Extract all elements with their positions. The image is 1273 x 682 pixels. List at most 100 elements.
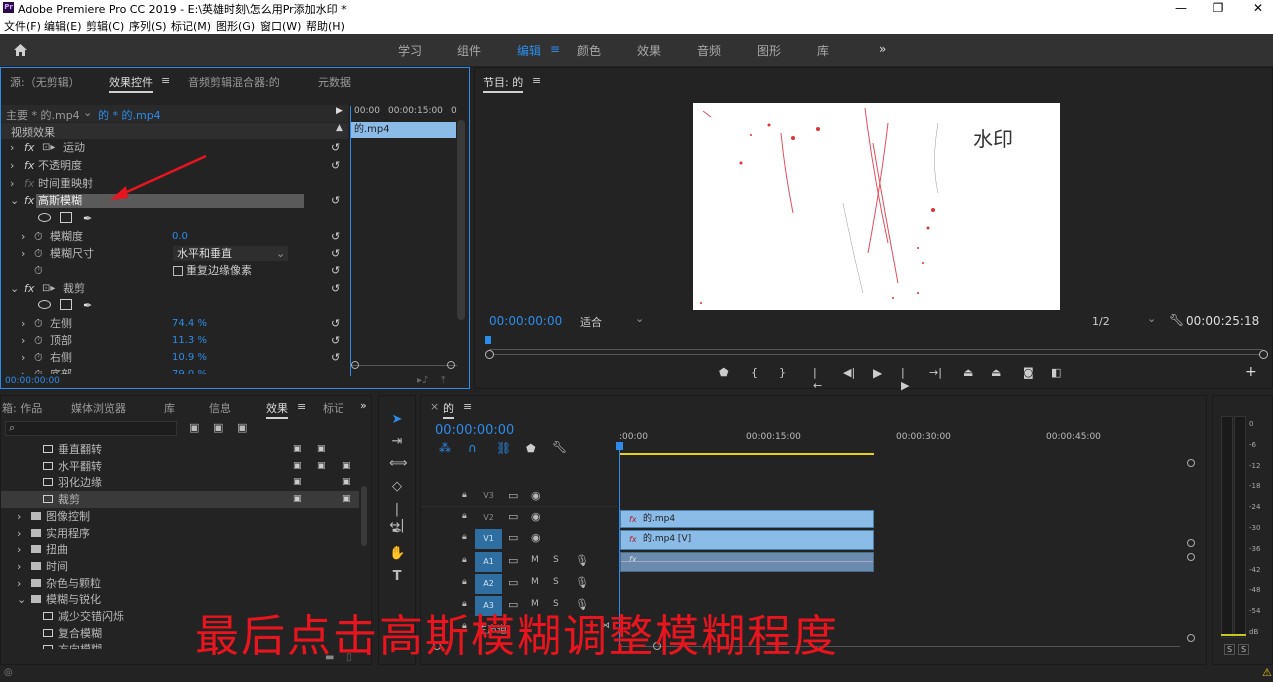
clip-v2[interactable]: fx 的.mp4 xyxy=(620,510,874,528)
chevron-right-icon[interactable]: › xyxy=(17,558,21,575)
program-timecode[interactable]: 00:00:00:00 xyxy=(489,314,562,328)
param-value[interactable]: 10.9 % xyxy=(172,349,207,366)
blur-dimensions-select[interactable]: 水平和垂直 xyxy=(173,246,288,261)
tab-effects[interactable]: 效果 xyxy=(266,400,288,419)
reset-icon[interactable]: ↺ xyxy=(331,228,340,245)
repeat-edge-checkbox[interactable] xyxy=(173,266,183,276)
pen-mask-icon[interactable]: ✒ xyxy=(83,210,92,227)
program-monitor-title[interactable]: 节目: 的 xyxy=(483,74,524,93)
pen-tool-icon[interactable]: ✒ xyxy=(389,524,405,540)
param-row-crop-left[interactable]: › ⏱ 左侧 74.4 % ↺ xyxy=(1,315,348,332)
timeline-tab[interactable]: 的 xyxy=(443,400,454,419)
menu-marker[interactable]: 标记(M) xyxy=(171,18,211,34)
solo-left-button[interactable]: S xyxy=(1224,644,1236,655)
linked-selection-icon[interactable]: ⛓ xyxy=(496,441,511,455)
ec-zoom-handle-right[interactable] xyxy=(447,361,455,369)
chevron-right-icon[interactable]: › xyxy=(17,541,21,558)
chevron-right-icon[interactable]: › xyxy=(21,245,25,262)
zoom-bar[interactable] xyxy=(494,354,1259,355)
effect-item[interactable]: 羽化边缘 ▣ ▣ xyxy=(1,474,359,491)
chevron-right-icon[interactable]: › xyxy=(17,525,21,542)
ec-clip-bar[interactable]: 的.mp4 xyxy=(351,122,456,138)
audio-scroll-handle[interactable] xyxy=(1187,553,1195,561)
effect-item[interactable]: 垂直翻转 ▣ ▣ xyxy=(1,441,359,458)
effect-folder-item[interactable]: › 实用程序 xyxy=(1,525,359,542)
resolution-select[interactable]: 1/2 xyxy=(1092,315,1110,328)
ellipse-mask-icon[interactable] xyxy=(38,300,51,309)
stopwatch-icon[interactable]: ⏱ xyxy=(34,262,43,279)
close-icon[interactable]: ✕ xyxy=(1243,0,1273,17)
chevron-right-icon[interactable]: › xyxy=(10,175,14,192)
timeline-timecode[interactable]: 00:00:00:00 xyxy=(435,423,514,438)
program-playhead[interactable] xyxy=(485,336,491,344)
stopwatch-icon[interactable]: ⏱ xyxy=(34,228,43,245)
menu-file[interactable]: 文件(F) xyxy=(4,18,41,34)
lift-icon[interactable]: ⏏ xyxy=(963,366,973,379)
tab-source[interactable]: 源:（无剪辑） xyxy=(10,74,80,90)
zoom-handle-right[interactable] xyxy=(1259,350,1268,359)
camera-icon[interactable]: ◙ xyxy=(1023,366,1034,379)
reset-icon[interactable]: ↺ xyxy=(331,349,340,366)
chevron-down-icon[interactable]: ⌄ xyxy=(276,245,285,262)
rectangle-mask-icon[interactable] xyxy=(60,299,72,310)
param-row-blur-dimensions[interactable]: › ⏱ 模糊尺寸 水平和垂直 ⌄ ↺ xyxy=(1,245,348,262)
workspace-color[interactable]: 颜色 xyxy=(577,42,601,59)
workspace-libraries[interactable]: 库 xyxy=(817,42,829,59)
zoom-handle-left[interactable] xyxy=(485,350,494,359)
workspace-learn[interactable]: 学习 xyxy=(398,42,422,59)
effect-item[interactable]: 水平翻转 ▣ ▣ ▣ xyxy=(1,458,359,475)
effect-folder-item[interactable]: › 时间 xyxy=(1,558,359,575)
play-icon[interactable]: ▶ xyxy=(873,366,882,380)
chevron-right-icon[interactable]: › xyxy=(17,575,21,592)
nest-toggle-icon[interactable]: ⁂ xyxy=(439,441,451,455)
chevron-right-icon[interactable]: › xyxy=(21,366,25,374)
eye-icon[interactable]: ◉ xyxy=(531,510,541,523)
menu-graphics[interactable]: 图形(G) xyxy=(216,18,255,34)
chevron-right-icon[interactable]: › xyxy=(21,315,25,332)
lock-icon[interactable]: 🔒︎ xyxy=(462,490,467,500)
hand-tool-icon[interactable]: ✋ xyxy=(389,546,405,562)
rectangle-mask-icon[interactable] xyxy=(60,212,72,223)
workspace-graphics[interactable]: 图形 xyxy=(757,42,781,59)
mark-out-icon[interactable]: } xyxy=(779,366,786,379)
lock-icon[interactable]: 🔒︎ xyxy=(462,532,467,542)
lock-icon[interactable]: 🔒︎ xyxy=(462,555,467,565)
stopwatch-icon[interactable]: ⏱ xyxy=(34,245,43,262)
export-frame-icon[interactable]: ⤒ xyxy=(441,375,445,386)
collapse-icon[interactable]: ▲ xyxy=(336,123,343,133)
chevron-down-icon[interactable]: ⌄ xyxy=(10,280,19,297)
chevron-down-icon[interactable]: ⌄ xyxy=(10,192,19,209)
accelerated-effects-icon[interactable]: ▣ xyxy=(189,421,199,434)
tab-effect-controls[interactable]: 效果控件 xyxy=(109,74,153,93)
chevron-down-icon[interactable]: ⌄ xyxy=(83,106,92,119)
toggle-sync-icon[interactable]: ▭ xyxy=(508,554,518,567)
fx-badge-icon[interactable]: fx xyxy=(24,157,34,174)
solo-icon[interactable]: S xyxy=(553,555,559,565)
snap-icon[interactable]: ∩ xyxy=(468,441,477,455)
warning-icon[interactable]: ⚠ xyxy=(1262,666,1272,679)
fx-badge-icon[interactable]: fx xyxy=(24,139,34,156)
add-marker-icon[interactable]: ⬟ xyxy=(526,442,536,455)
type-tool-icon[interactable]: T xyxy=(389,569,405,585)
ec-timecode[interactable]: 00:00:00:00 xyxy=(5,376,60,386)
effects-search-input[interactable]: ⌕ xyxy=(5,421,177,436)
workspace-effects[interactable]: 效果 xyxy=(637,42,661,59)
mark-in-icon[interactable]: { xyxy=(751,366,758,379)
play-triangle-icon[interactable]: ▶ xyxy=(336,106,343,116)
step-back-icon[interactable]: ◀| xyxy=(843,366,855,379)
param-row-crop-top[interactable]: › ⏱ 顶部 11.3 % ↺ xyxy=(1,332,348,349)
add-marker-icon[interactable]: ⬟ xyxy=(719,366,729,379)
menu-help[interactable]: 帮助(H) xyxy=(306,18,345,34)
workspace-editing[interactable]: 编辑 xyxy=(517,42,541,59)
lock-icon[interactable]: 🔒︎ xyxy=(462,577,467,587)
video-scroll-handle[interactable] xyxy=(1187,459,1195,467)
chevron-right-icon[interactable]: › xyxy=(10,139,14,156)
track-label-v1[interactable]: V1 xyxy=(475,529,502,549)
tab-metadata[interactable]: 元数据 xyxy=(318,74,351,90)
effect-folder-item[interactable]: › 扭曲 xyxy=(1,541,359,558)
tab-bin[interactable]: 箱: 作品 xyxy=(2,400,42,416)
toggle-sync-icon[interactable]: ▭ xyxy=(508,489,518,502)
effect-item[interactable]: 裁剪 ▣ ▣ xyxy=(1,491,359,509)
program-time-ruler[interactable] xyxy=(489,340,1263,350)
workspace-audio[interactable]: 音频 xyxy=(697,42,721,59)
